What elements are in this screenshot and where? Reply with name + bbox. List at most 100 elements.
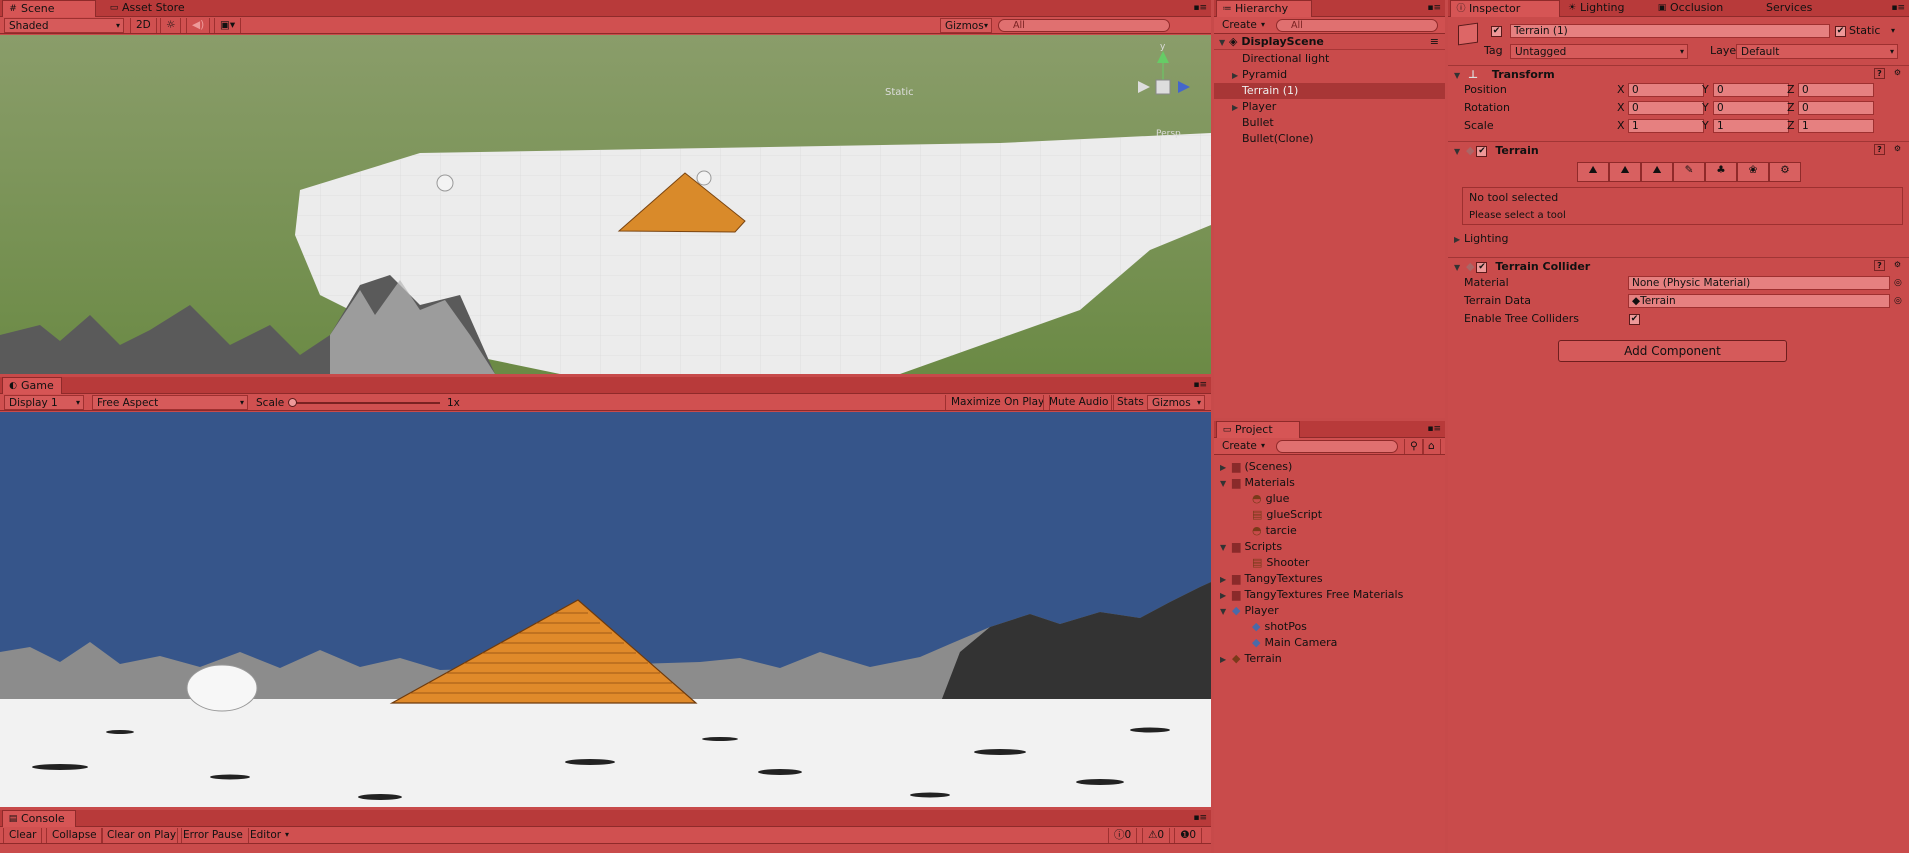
effects-toggle-icon[interactable]: ▣▾ [214,18,242,33]
project-create-dropdown[interactable]: Create [1218,439,1268,454]
help-icon[interactable]: ? [1874,260,1885,271]
help-icon[interactable]: ? [1874,68,1885,79]
transform-y-field[interactable]: 0 [1713,83,1789,97]
transform-x-field[interactable]: 0 [1628,101,1704,115]
lock-menu-icon[interactable]: ▪≡ [1427,3,1441,13]
terrain-enabled-checkbox[interactable]: ✔ [1476,145,1488,157]
collapse-button[interactable]: Collapse [46,828,103,843]
tab-services[interactable]: Services [1748,0,1818,17]
clear-on-play-button[interactable]: Clear on Play [101,828,183,843]
panel-menu-icon[interactable]: ▪≡ [1193,813,1207,823]
expand-arrow-icon[interactable]: ▶ [1232,68,1242,84]
axis-label[interactable]: X [1617,101,1625,115]
object-picker-icon[interactable]: ◎ [1894,276,1902,290]
project-item[interactable]: ▼ ▆ Materials [1214,475,1445,491]
lighting-toggle-icon[interactable]: ☼ [160,18,182,33]
audio-toggle-icon[interactable]: ◀) [186,18,211,33]
scene-search-input[interactable]: All [998,19,1170,32]
tab-scene[interactable]: # Scene [2,0,96,17]
transform-z-field[interactable]: 1 [1798,119,1874,133]
game-viewport[interactable] [0,412,1211,807]
shading-dropdown[interactable]: Shaded [4,18,124,33]
project-item[interactable]: ◓ glue [1214,491,1445,507]
project-item[interactable]: ▤ glueScript [1214,507,1445,523]
scene-viewport[interactable]: y Persp Static [0,35,1211,374]
transform-z-field[interactable]: 0 [1798,101,1874,115]
terrain-settings-tool-icon[interactable]: ⚙ [1769,162,1801,182]
object-name-field[interactable]: Terrain (1) [1510,24,1830,38]
game-gizmos-dropdown[interactable]: Gizmos [1147,395,1205,410]
project-item[interactable]: ◆ Main Camera [1214,635,1445,651]
hierarchy-item[interactable]: ▶ Pyramid [1214,67,1445,83]
axis-label[interactable]: X [1617,83,1625,97]
expand-arrow-icon[interactable]: ▶ [1220,572,1230,588]
project-item[interactable]: ▼ ▆ Scripts [1214,539,1445,555]
transform-x-field[interactable]: 0 [1628,83,1704,97]
axis-label[interactable]: Y [1702,119,1709,133]
scale-slider[interactable] [288,398,440,407]
project-item[interactable]: ▶ ▆ TangyTextures Free Materials [1214,587,1445,603]
panel-menu-icon[interactable]: ▪≡ [1193,380,1207,390]
project-item[interactable]: ◓ tarcie [1214,523,1445,539]
axis-label[interactable]: Z [1787,83,1795,97]
paint-texture-tool-icon[interactable]: ✎ [1673,162,1705,182]
log-count[interactable]: ⓘ0 [1108,828,1138,843]
expand-arrow-icon[interactable]: ▶ [1220,652,1230,668]
lock-menu-icon[interactable]: ▪≡ [1891,3,1905,13]
project-item[interactable]: ▶ ▆ TangyTextures [1214,571,1445,587]
place-trees-tool-icon[interactable]: ♣ [1705,162,1737,182]
tag-dropdown[interactable]: Untagged [1510,44,1688,59]
transform-z-field[interactable]: 0 [1798,83,1874,97]
maximize-on-play-button[interactable]: Maximize On Play [945,395,1051,410]
settings-gear-icon[interactable]: ⚙ [1892,144,1903,155]
smooth-height-tool-icon[interactable]: ⛰ [1641,162,1673,182]
scene-menu-icon[interactable]: ≡ [1430,34,1439,50]
hierarchy-item[interactable]: Directional light [1214,51,1445,67]
tab-project[interactable]: ▭ Project [1216,421,1300,438]
expand-arrow-icon[interactable]: ▼ [1220,540,1230,556]
aspect-dropdown[interactable]: Free Aspect [92,395,248,410]
transform-x-field[interactable]: 1 [1628,119,1704,133]
project-item[interactable]: ▶ ▆ (Scenes) [1214,459,1445,475]
gizmos-dropdown[interactable]: Gizmos [940,18,992,33]
settings-gear-icon[interactable]: ⚙ [1892,68,1903,79]
terrain-header[interactable]: ▼ ◆ ✔ Terrain ? ⚙ [1448,141,1909,159]
scale-slider-thumb[interactable] [288,398,297,407]
hierarchy-item[interactable]: Terrain (1) [1214,83,1445,99]
stats-button[interactable]: Stats [1111,395,1150,410]
tab-inspector[interactable]: ⓘ Inspector [1450,0,1560,17]
filter-label-icon[interactable]: ⌂ [1422,439,1441,454]
mute-audio-button[interactable]: Mute Audio [1043,395,1115,410]
tab-hierarchy[interactable]: ≔ Hierarchy [1216,0,1312,17]
tree-colliders-checkbox[interactable]: ✔ [1629,314,1640,325]
hierarchy-create-dropdown[interactable]: Create [1218,18,1268,33]
paint-height-tool-icon[interactable]: ⛰ [1609,162,1641,182]
expand-arrow-icon[interactable]: ▼ [1220,476,1230,492]
project-item[interactable]: ▶ ◆ Terrain [1214,651,1445,667]
terrain-lighting-foldout[interactable]: ▶ Lighting [1448,231,1909,247]
display-dropdown[interactable]: Display 1 [4,395,84,410]
tab-asset-store[interactable]: ▭ Asset Store [104,0,191,17]
hierarchy-search-input[interactable]: All [1276,19,1438,32]
filter-type-icon[interactable]: ⚲ [1404,439,1424,454]
panel-menu-icon[interactable]: ▪≡ [1193,3,1207,13]
add-component-button[interactable]: Add Component [1558,340,1787,362]
clear-button[interactable]: Clear [3,828,43,843]
settings-gear-icon[interactable]: ⚙ [1892,260,1903,271]
axis-label[interactable]: Y [1702,83,1709,97]
project-item[interactable]: ▤ Shooter [1214,555,1445,571]
hierarchy-item[interactable]: ▶ Player [1214,99,1445,115]
expand-arrow-icon[interactable]: ▶ [1220,588,1230,604]
project-item[interactable]: ▼ ◆ Player [1214,603,1445,619]
transform-y-field[interactable]: 1 [1713,119,1789,133]
transform-header[interactable]: ▼ ⊥ Transform ? ⚙ [1448,65,1909,83]
axis-label[interactable]: X [1617,119,1625,133]
scene-root-row[interactable]: ▼ ◈ DisplayScene ≡ [1214,34,1445,50]
tab-occlusion[interactable]: ▣ Occlusion [1652,0,1729,17]
project-item[interactable]: ◆ shotPos [1214,619,1445,635]
static-checkbox[interactable]: ✔ [1835,26,1846,37]
static-dropdown-icon[interactable]: ▾ [1891,24,1895,38]
help-icon[interactable]: ? [1874,144,1885,155]
layer-dropdown[interactable]: Default [1736,44,1898,59]
axis-label[interactable]: Z [1787,101,1795,115]
